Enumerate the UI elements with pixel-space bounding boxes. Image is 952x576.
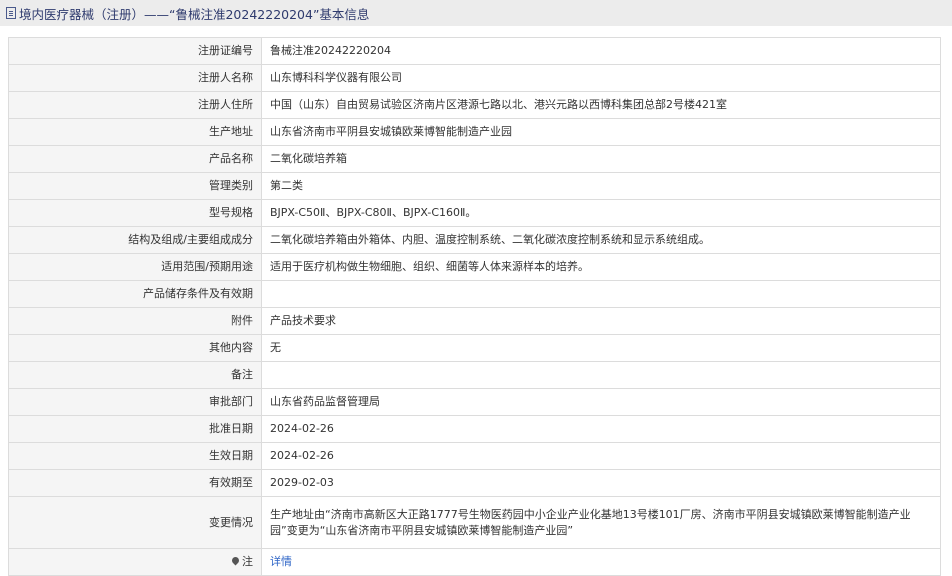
row-label-structure: 结构及组成/主要组成成分 bbox=[8, 226, 262, 254]
row-value-intended-use: 适用于医疗机构做生物细胞、组织、细菌等人体来源样本的培养。 bbox=[261, 253, 941, 281]
row-value-note: 详情 bbox=[261, 548, 941, 576]
table-row: 生产地址 山东省济南市平阴县安城镇欧莱博智能制造产业园 bbox=[8, 118, 941, 146]
row-value-remarks bbox=[261, 361, 941, 389]
table-row: 审批部门 山东省药品监督管理局 bbox=[8, 388, 941, 416]
row-value-effective-date: 2024-02-26 bbox=[261, 442, 941, 470]
table-row: 备注 bbox=[8, 361, 941, 389]
row-value-other: 无 bbox=[261, 334, 941, 362]
table-row: 生效日期 2024-02-26 bbox=[8, 442, 941, 470]
document-icon bbox=[6, 7, 16, 19]
row-label-approval-date: 批准日期 bbox=[8, 415, 262, 443]
row-label-storage: 产品储存条件及有效期 bbox=[8, 280, 262, 308]
row-label-remarks: 备注 bbox=[8, 361, 262, 389]
row-value-registrant-address: 中国（山东）自由贸易试验区济南片区港源七路以北、港兴元路以西博科集团总部2号楼4… bbox=[261, 91, 941, 119]
table-row: 批准日期 2024-02-26 bbox=[8, 415, 941, 443]
row-value-model-spec: BJPX-C50Ⅱ、BJPX-C80Ⅱ、BJPX-C160Ⅱ。 bbox=[261, 199, 941, 227]
table-row: 管理类别 第二类 bbox=[8, 172, 941, 200]
table-row: 附件 产品技术要求 bbox=[8, 307, 941, 335]
row-label-registrant-name: 注册人名称 bbox=[8, 64, 262, 92]
row-value-attachment: 产品技术要求 bbox=[261, 307, 941, 335]
table-row: 有效期至 2029-02-03 bbox=[8, 469, 941, 497]
row-label-change-info: 变更情况 bbox=[8, 496, 262, 549]
row-value-expiry-date: 2029-02-03 bbox=[261, 469, 941, 497]
table-row: 注册证编号 鲁械注准20242220204 bbox=[8, 37, 941, 65]
table-row: 结构及组成/主要组成成分 二氧化碳培养箱由外箱体、内胆、温度控制系统、二氧化碳浓… bbox=[8, 226, 941, 254]
table-row: 其他内容 无 bbox=[8, 334, 941, 362]
table-row: 注册人名称 山东博科科学仪器有限公司 bbox=[8, 64, 941, 92]
row-label-note: 注 bbox=[8, 548, 262, 576]
row-label-effective-date: 生效日期 bbox=[8, 442, 262, 470]
table-row: 变更情况 生产地址由“济南市高新区大正路1777号生物医药园中小企业产业化基地1… bbox=[8, 496, 941, 549]
row-value-registration-number: 鲁械注准20242220204 bbox=[261, 37, 941, 65]
row-label-other: 其他内容 bbox=[8, 334, 262, 362]
row-label-product-name: 产品名称 bbox=[8, 145, 262, 173]
table-row: 产品名称 二氧化碳培养箱 bbox=[8, 145, 941, 173]
info-table: 注册证编号 鲁械注准20242220204 注册人名称 山东博科科学仪器有限公司… bbox=[8, 37, 941, 576]
row-label-registrant-address: 注册人住所 bbox=[8, 91, 262, 119]
row-label-management-category: 管理类别 bbox=[8, 172, 262, 200]
row-value-product-name: 二氧化碳培养箱 bbox=[261, 145, 941, 173]
row-label-model-spec: 型号规格 bbox=[8, 199, 262, 227]
table-row: 产品储存条件及有效期 bbox=[8, 280, 941, 308]
row-label-production-address: 生产地址 bbox=[8, 118, 262, 146]
row-label-registration-number: 注册证编号 bbox=[8, 37, 262, 65]
page-title-bar: 境内医疗器械（注册）——“鲁械注准20242220204”基本信息 bbox=[0, 0, 952, 26]
table-row: 注册人住所 中国（山东）自由贸易试验区济南片区港源七路以北、港兴元路以西博科集团… bbox=[8, 91, 941, 119]
row-value-approval-date: 2024-02-26 bbox=[261, 415, 941, 443]
row-value-change-info: 生产地址由“济南市高新区大正路1777号生物医药园中小企业产业化基地13号楼10… bbox=[261, 496, 941, 549]
table-row: 注 详情 bbox=[8, 548, 941, 576]
row-label-attachment: 附件 bbox=[8, 307, 262, 335]
row-label-intended-use: 适用范围/预期用途 bbox=[8, 253, 262, 281]
row-value-storage bbox=[261, 280, 941, 308]
info-table-container: 注册证编号 鲁械注准20242220204 注册人名称 山东博科科学仪器有限公司… bbox=[0, 26, 952, 576]
row-value-approval-dept: 山东省药品监督管理局 bbox=[261, 388, 941, 416]
row-value-management-category: 第二类 bbox=[261, 172, 941, 200]
map-pin-icon bbox=[230, 555, 241, 566]
page-title: 境内医疗器械（注册）——“鲁械注准20242220204”基本信息 bbox=[19, 6, 370, 22]
table-row: 型号规格 BJPX-C50Ⅱ、BJPX-C80Ⅱ、BJPX-C160Ⅱ。 bbox=[8, 199, 941, 227]
table-row: 适用范围/预期用途 适用于医疗机构做生物细胞、组织、细菌等人体来源样本的培养。 bbox=[8, 253, 941, 281]
row-value-production-address: 山东省济南市平阴县安城镇欧莱博智能制造产业园 bbox=[261, 118, 941, 146]
row-value-structure: 二氧化碳培养箱由外箱体、内胆、温度控制系统、二氧化碳浓度控制系统和显示系统组成。 bbox=[261, 226, 941, 254]
row-label-expiry-date: 有效期至 bbox=[8, 469, 262, 497]
row-label-approval-dept: 审批部门 bbox=[8, 388, 262, 416]
note-label: 注 bbox=[242, 555, 253, 568]
row-value-registrant-name: 山东博科科学仪器有限公司 bbox=[261, 64, 941, 92]
details-link[interactable]: 详情 bbox=[270, 555, 292, 568]
